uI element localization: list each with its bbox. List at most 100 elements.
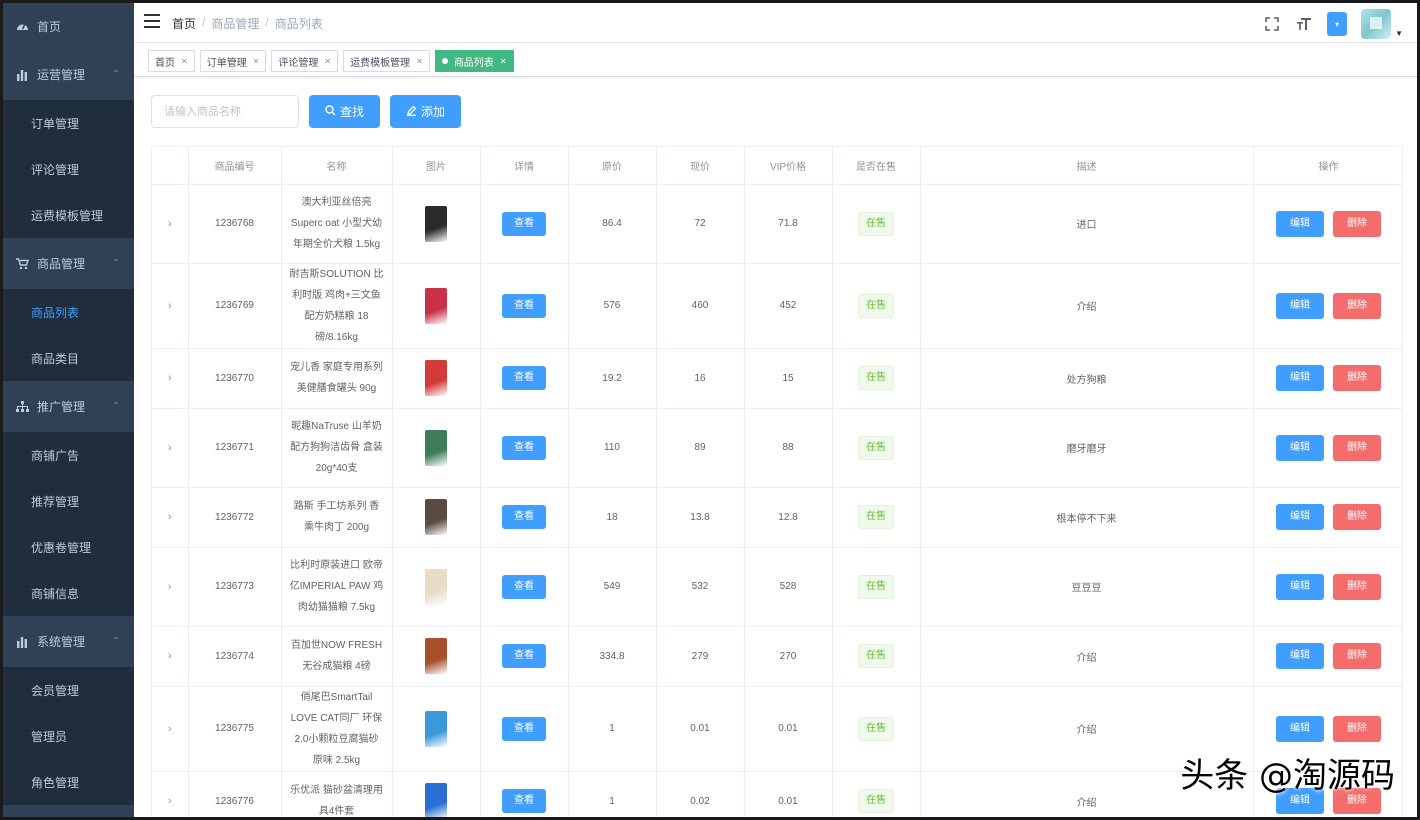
chevron-right-icon[interactable]: › bbox=[168, 218, 172, 230]
chevron-right-icon[interactable]: › bbox=[168, 723, 172, 735]
edit-button[interactable]: 编辑 bbox=[1276, 643, 1324, 669]
delete-button[interactable]: 删除 bbox=[1333, 292, 1381, 319]
chevron-right-icon[interactable]: › bbox=[168, 581, 172, 593]
tab-item[interactable]: 订单管理 ✕ bbox=[199, 50, 267, 72]
search-input[interactable] bbox=[151, 95, 299, 128]
tab-label: 评论管理 bbox=[278, 57, 319, 69]
caret-down-icon[interactable]: ▼ bbox=[1395, 29, 1403, 38]
view-button[interactable]: 查看 bbox=[502, 211, 546, 236]
tab-item[interactable]: 运费模板管理 ✕ bbox=[343, 50, 430, 72]
delete-button[interactable]: 删除 bbox=[1333, 365, 1381, 391]
sidebar-item[interactable]: 角色管理 bbox=[3, 759, 134, 805]
breadcrumb-item[interactable]: 首页 bbox=[172, 15, 196, 32]
delete-button[interactable]: 删除 bbox=[1333, 643, 1381, 669]
delete-button[interactable]: 删除 bbox=[1333, 434, 1381, 461]
dashboard-icon bbox=[15, 19, 29, 33]
view-button[interactable]: 查看 bbox=[502, 293, 546, 318]
detail-cell: 查看 bbox=[480, 184, 569, 264]
sidebar-group-0[interactable]: 运营管理 ⌃ bbox=[3, 49, 134, 100]
view-button[interactable]: 查看 bbox=[502, 435, 546, 460]
status-cell: 在售 bbox=[832, 686, 921, 772]
tab-active[interactable]: 商品列表 ✕ bbox=[434, 50, 514, 72]
chevron-right-icon[interactable]: › bbox=[168, 795, 172, 807]
column-header: 操作 bbox=[1253, 147, 1402, 185]
description: 介绍 bbox=[920, 626, 1254, 687]
actions-cell: 编辑 删除 bbox=[1253, 184, 1402, 264]
status-badge: 在售 bbox=[858, 293, 894, 318]
view-button[interactable]: 查看 bbox=[502, 789, 546, 813]
view-button[interactable]: 查看 bbox=[502, 505, 546, 529]
avatar[interactable] bbox=[1361, 9, 1392, 39]
chevron-right-icon[interactable]: › bbox=[168, 442, 172, 454]
edit-button[interactable]: 编辑 bbox=[1276, 434, 1324, 461]
sidebar-item[interactable]: 会员管理 bbox=[3, 667, 134, 713]
sidebar-item[interactable]: 商铺广告 bbox=[3, 432, 134, 478]
edit-button[interactable]: 编辑 bbox=[1276, 365, 1324, 391]
product-image bbox=[425, 360, 447, 396]
product-image bbox=[425, 783, 447, 817]
search-button[interactable]: 查找 bbox=[309, 95, 381, 128]
delete-button[interactable]: 删除 bbox=[1333, 504, 1381, 530]
product-image-cell bbox=[392, 626, 481, 687]
tab-label: 首页 bbox=[155, 57, 175, 69]
view-button[interactable]: 查看 bbox=[502, 366, 546, 390]
breadcrumb-separator: / bbox=[265, 15, 269, 29]
sidebar: 首页 运营管理 ⌃ 订单管理 评论管理 运费模板管理 商品管理 ⌃ 商品列表 商品类目 推广管理 ⌃… bbox=[3, 3, 134, 817]
sidebar-group-2[interactable]: 推广管理 ⌃ bbox=[3, 381, 134, 432]
sidebar-item[interactable]: 运费模板管理 bbox=[3, 192, 134, 238]
sidebar-item[interactable]: 商品类目 bbox=[3, 335, 134, 381]
product-name: 耐吉斯SOLUTION 比利时版 鸡肉+三文鱼配方奶糕粮 18磅/8.16kg bbox=[281, 263, 393, 349]
close-icon[interactable]: ✕ bbox=[181, 57, 188, 66]
view-button[interactable]: 查看 bbox=[502, 574, 546, 599]
view-button[interactable]: 查看 bbox=[502, 644, 546, 668]
chevron-right-icon[interactable]: › bbox=[168, 372, 172, 384]
close-icon[interactable]: ✕ bbox=[324, 57, 331, 66]
status-cell: 在售 bbox=[832, 771, 921, 817]
add-button[interactable]: 添加 bbox=[390, 95, 462, 128]
delete-button[interactable]: 删除 bbox=[1333, 573, 1381, 600]
close-icon[interactable]: ✕ bbox=[416, 57, 423, 66]
hamburger-icon[interactable] bbox=[144, 14, 160, 28]
original-price: 1 bbox=[568, 686, 657, 772]
edit-button[interactable]: 编辑 bbox=[1276, 715, 1324, 742]
view-button[interactable]: 查看 bbox=[502, 716, 546, 741]
current-price: 279 bbox=[656, 626, 745, 687]
font-size-icon[interactable] bbox=[1295, 15, 1313, 33]
product-image-cell bbox=[392, 184, 481, 264]
product-image-cell bbox=[392, 487, 481, 548]
sidebar-item[interactable]: 订单管理 bbox=[3, 100, 134, 146]
fullscreen-icon[interactable] bbox=[1263, 15, 1281, 33]
chevron-right-icon[interactable]: › bbox=[168, 650, 172, 662]
expand-cell: › bbox=[152, 686, 189, 772]
status-cell: 在售 bbox=[832, 626, 921, 687]
sidebar-item[interactable]: 管理员 bbox=[3, 713, 134, 759]
sidebar-item[interactable]: 推荐管理 bbox=[3, 478, 134, 524]
edit-button[interactable]: 编辑 bbox=[1276, 210, 1324, 237]
tab-item[interactable]: 首页 ✕ bbox=[148, 50, 195, 72]
product-table: 商品编号 名称 图片 详情 原价 现价 VIP价格 是否在售 描述 操作 › 1236768 澳大利亚… bbox=[151, 146, 1403, 817]
sidebar-item[interactable]: 优惠卷管理 bbox=[3, 524, 134, 570]
close-icon[interactable]: ✕ bbox=[253, 57, 260, 66]
product-image bbox=[425, 429, 447, 466]
delete-button[interactable]: 删除 bbox=[1333, 210, 1381, 237]
vip-price: 0.01 bbox=[744, 771, 833, 817]
edit-button[interactable]: 编辑 bbox=[1276, 292, 1324, 319]
chevron-right-icon[interactable]: › bbox=[168, 300, 172, 312]
cart-icon bbox=[15, 257, 29, 271]
sidebar-item[interactable]: 评论管理 bbox=[3, 146, 134, 192]
sidebar-item[interactable]: 商品列表 bbox=[3, 289, 134, 335]
edit-button[interactable]: 编辑 bbox=[1276, 573, 1324, 600]
sidebar-item[interactable]: 商铺信息 bbox=[3, 570, 134, 616]
delete-button[interactable]: 删除 bbox=[1333, 715, 1381, 742]
size-select[interactable]: ▾ bbox=[1327, 12, 1348, 36]
product-name: 俏尾巴SmartTail LOVE CAT同厂 环保2.0小颗粒豆腐猫砂 原味 … bbox=[281, 686, 393, 772]
sidebar-item-home[interactable]: 首页 bbox=[3, 3, 134, 49]
expand-cell: › bbox=[152, 626, 189, 687]
sidebar-group-1[interactable]: 商品管理 ⌃ bbox=[3, 238, 134, 289]
tab-item[interactable]: 评论管理 ✕ bbox=[271, 50, 339, 72]
sidebar-group-3[interactable]: 系统管理 ⌃ bbox=[3, 616, 134, 667]
edit-button[interactable]: 编辑 bbox=[1276, 504, 1324, 530]
chevron-right-icon[interactable]: › bbox=[168, 511, 172, 523]
close-icon[interactable]: ✕ bbox=[500, 57, 507, 66]
vip-price: 0.01 bbox=[744, 686, 833, 772]
